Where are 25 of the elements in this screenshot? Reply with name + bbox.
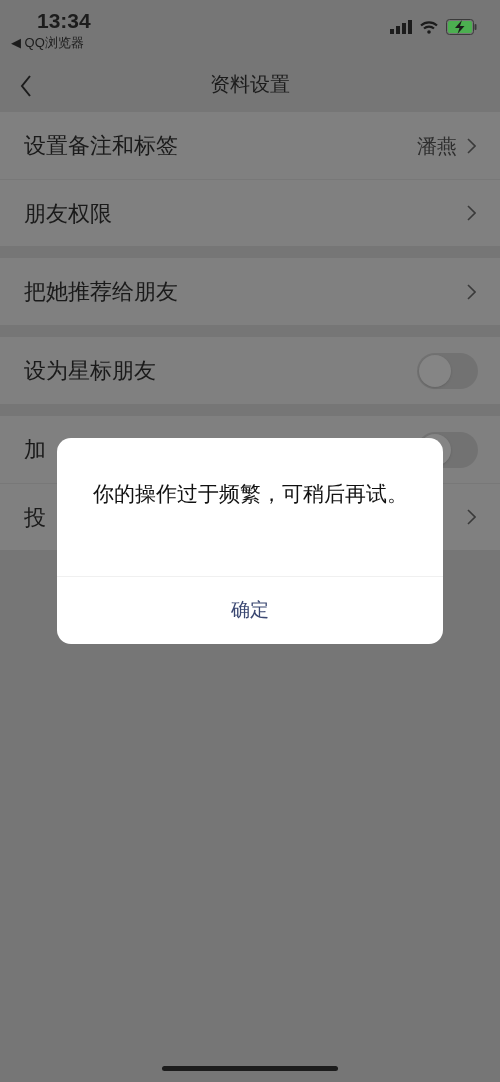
- wifi-icon: [420, 20, 438, 34]
- settings-row[interactable]: 把她推荐给朋友: [0, 258, 500, 325]
- back-icon[interactable]: [20, 75, 32, 97]
- page-title: 资料设置: [210, 72, 290, 97]
- chevron-right-icon: [467, 137, 476, 154]
- toggle-switch[interactable]: [417, 352, 478, 389]
- confirm-button[interactable]: 确定: [57, 576, 443, 644]
- settings-row[interactable]: 设为星标朋友: [0, 337, 500, 404]
- chevron-right-icon: [467, 283, 476, 300]
- settings-row[interactable]: 朋友权限: [0, 179, 500, 246]
- row-label: 加: [24, 436, 46, 464]
- charging-battery-icon: [446, 19, 477, 35]
- row-label: 把她推荐给朋友: [24, 278, 178, 306]
- row-label: 朋友权限: [24, 199, 112, 228]
- dialog-message: 你的操作过于频繁，可稍后再试。: [92, 481, 408, 507]
- row-label: 投: [24, 503, 46, 532]
- row-value: 潘燕: [417, 133, 457, 159]
- signal-icon: [390, 20, 412, 34]
- status-time: 13:34: [37, 9, 91, 33]
- settings-row[interactable]: 设置备注和标签 潘燕: [0, 112, 500, 179]
- row-label: 设置备注和标签: [24, 132, 178, 160]
- row-label: 设为星标朋友: [24, 357, 156, 385]
- chevron-right-icon: [467, 205, 476, 221]
- chevron-right-icon: [467, 509, 476, 525]
- back-to-app-link[interactable]: ◀ QQ浏览器: [11, 34, 91, 52]
